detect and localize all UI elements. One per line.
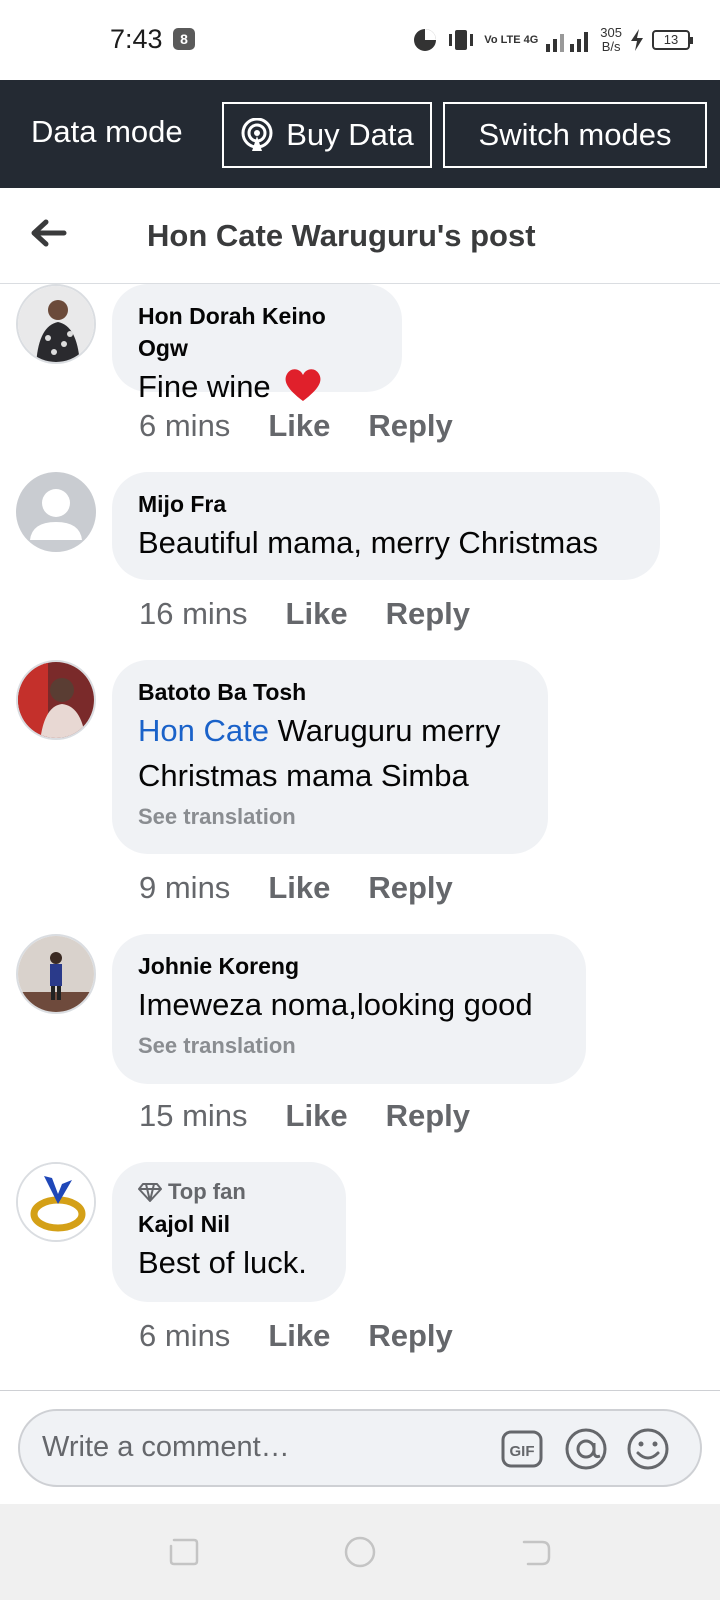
comment-text: Fine wine <box>138 364 376 409</box>
comment-text: Beautiful mama, merry Christmas <box>138 525 598 560</box>
comment-bubble[interactable]: Johnie Koreng Imeweza noma,looking good … <box>112 934 586 1084</box>
comment-text: Hon Cate Waruguru merry Christmas mama S… <box>138 713 501 793</box>
notification-app-icon: 8 <box>173 28 195 50</box>
comment-input-placeholder: Write a comment… <box>42 1431 290 1463</box>
mention-icon[interactable] <box>564 1427 608 1471</box>
data-saver-icon <box>414 29 437 51</box>
comment-author[interactable]: Mijo Fra <box>138 488 634 520</box>
avatar-image <box>18 936 94 1012</box>
charging-icon <box>631 29 643 51</box>
comment-time: 6 mins <box>139 408 231 443</box>
recent-apps-icon[interactable] <box>166 1534 202 1570</box>
network-speed: 305 B/s <box>600 25 622 54</box>
switch-modes-label: Switch modes <box>478 117 672 152</box>
comment-meta: 6 mins Like Reply <box>139 1318 453 1354</box>
avatar-image <box>18 286 94 362</box>
comment-bubble[interactable]: Top fan Kajol Nil Best of luck. <box>112 1162 346 1302</box>
comment-composer: Write a comment… GIF <box>0 1390 720 1504</box>
see-translation-link[interactable]: See translation <box>138 802 522 832</box>
emoji-icon[interactable] <box>626 1427 670 1471</box>
see-translation-link[interactable]: See translation <box>138 1031 560 1061</box>
mention-link[interactable]: Hon Cate <box>138 713 269 748</box>
comment-time: 15 mins <box>139 1098 248 1133</box>
avatar-image <box>18 662 94 738</box>
buy-data-label: Buy Data <box>286 117 414 152</box>
comment-text: Best of luck. <box>138 1245 307 1280</box>
comment-meta: 9 mins Like Reply <box>139 870 453 906</box>
comment-input[interactable]: Write a comment… GIF <box>18 1409 702 1487</box>
avatar-image <box>18 1164 94 1240</box>
avatar[interactable] <box>16 934 96 1014</box>
reply-button[interactable]: Reply <box>386 596 470 632</box>
like-button[interactable]: Like <box>286 596 348 632</box>
reply-button[interactable]: Reply <box>368 870 452 906</box>
avatar[interactable] <box>16 284 96 364</box>
comment-time: 6 mins <box>139 1318 231 1353</box>
data-mode-bar: Data mode Buy Data Switch modes <box>0 80 720 188</box>
back-arrow-icon[interactable] <box>26 210 72 256</box>
buy-data-button[interactable]: Buy Data <box>222 102 432 168</box>
avatar[interactable] <box>16 660 96 740</box>
data-mode-label: Data mode <box>31 114 183 149</box>
status-icons: Vo LTE 4G 305 B/s 13 <box>412 22 693 58</box>
comment-meta: 6 mins Like Reply <box>139 408 453 444</box>
like-button[interactable]: Like <box>268 1318 330 1354</box>
reply-button[interactable]: Reply <box>368 408 452 444</box>
gif-icon[interactable]: GIF <box>500 1427 544 1471</box>
top-fan-badge: Top fan <box>138 1176 320 1208</box>
comment-time: 16 mins <box>139 596 248 631</box>
like-button[interactable]: Like <box>286 1098 348 1134</box>
like-button[interactable]: Like <box>268 408 330 444</box>
switch-modes-button[interactable]: Switch modes <box>443 102 707 168</box>
comment-bubble[interactable]: Hon Dorah Keino Ogw Fine wine <box>112 284 402 404</box>
network-type: Vo LTE 4G <box>484 34 539 46</box>
diamond-icon <box>138 1183 162 1202</box>
comment-author[interactable]: Hon Dorah Keino Ogw <box>138 300 376 364</box>
comment-bubble[interactable]: Mijo Fra Beautiful mama, merry Christmas <box>112 472 660 580</box>
comment-meta: 16 mins Like Reply <box>139 596 470 632</box>
vibrate-icon <box>449 30 474 50</box>
avatar[interactable] <box>16 472 96 552</box>
svg-text:GIF: GIF <box>510 1443 535 1460</box>
default-avatar-icon <box>16 472 96 552</box>
comment-meta: 15 mins Like Reply <box>139 1098 470 1134</box>
comment-text: Imeweza noma,looking good <box>138 987 533 1022</box>
battery-icon: 13 <box>652 30 693 50</box>
comment-author[interactable]: Kajol Nil <box>138 1208 320 1240</box>
reply-button[interactable]: Reply <box>386 1098 470 1134</box>
home-icon[interactable] <box>342 1534 378 1570</box>
comment-author[interactable]: Batoto Ba Tosh <box>138 676 522 708</box>
comment-bubble[interactable]: Batoto Ba Tosh Hon Cate Waruguru merry C… <box>112 660 548 854</box>
post-header: Hon Cate Waruguru's post <box>0 188 720 284</box>
system-nav-bar <box>0 1504 720 1600</box>
back-nav-icon[interactable] <box>518 1534 554 1570</box>
heart-emoji-icon <box>285 369 321 401</box>
comment-time: 9 mins <box>139 870 231 905</box>
page-title: Hon Cate Waruguru's post <box>147 218 536 253</box>
comments-list: Hon Dorah Keino Ogw Fine wine 6 mins Lik… <box>0 284 720 1390</box>
status-bar: 7:43 8 Vo LTE 4G 305 B/s 13 <box>0 0 720 80</box>
like-button[interactable]: Like <box>268 870 330 906</box>
avatar[interactable] <box>16 1162 96 1242</box>
status-time: 7:43 <box>110 24 163 54</box>
comment-author[interactable]: Johnie Koreng <box>138 950 560 982</box>
signal-strength-icon <box>546 32 589 52</box>
reply-button[interactable]: Reply <box>368 1318 452 1354</box>
broadcast-icon <box>241 118 273 151</box>
